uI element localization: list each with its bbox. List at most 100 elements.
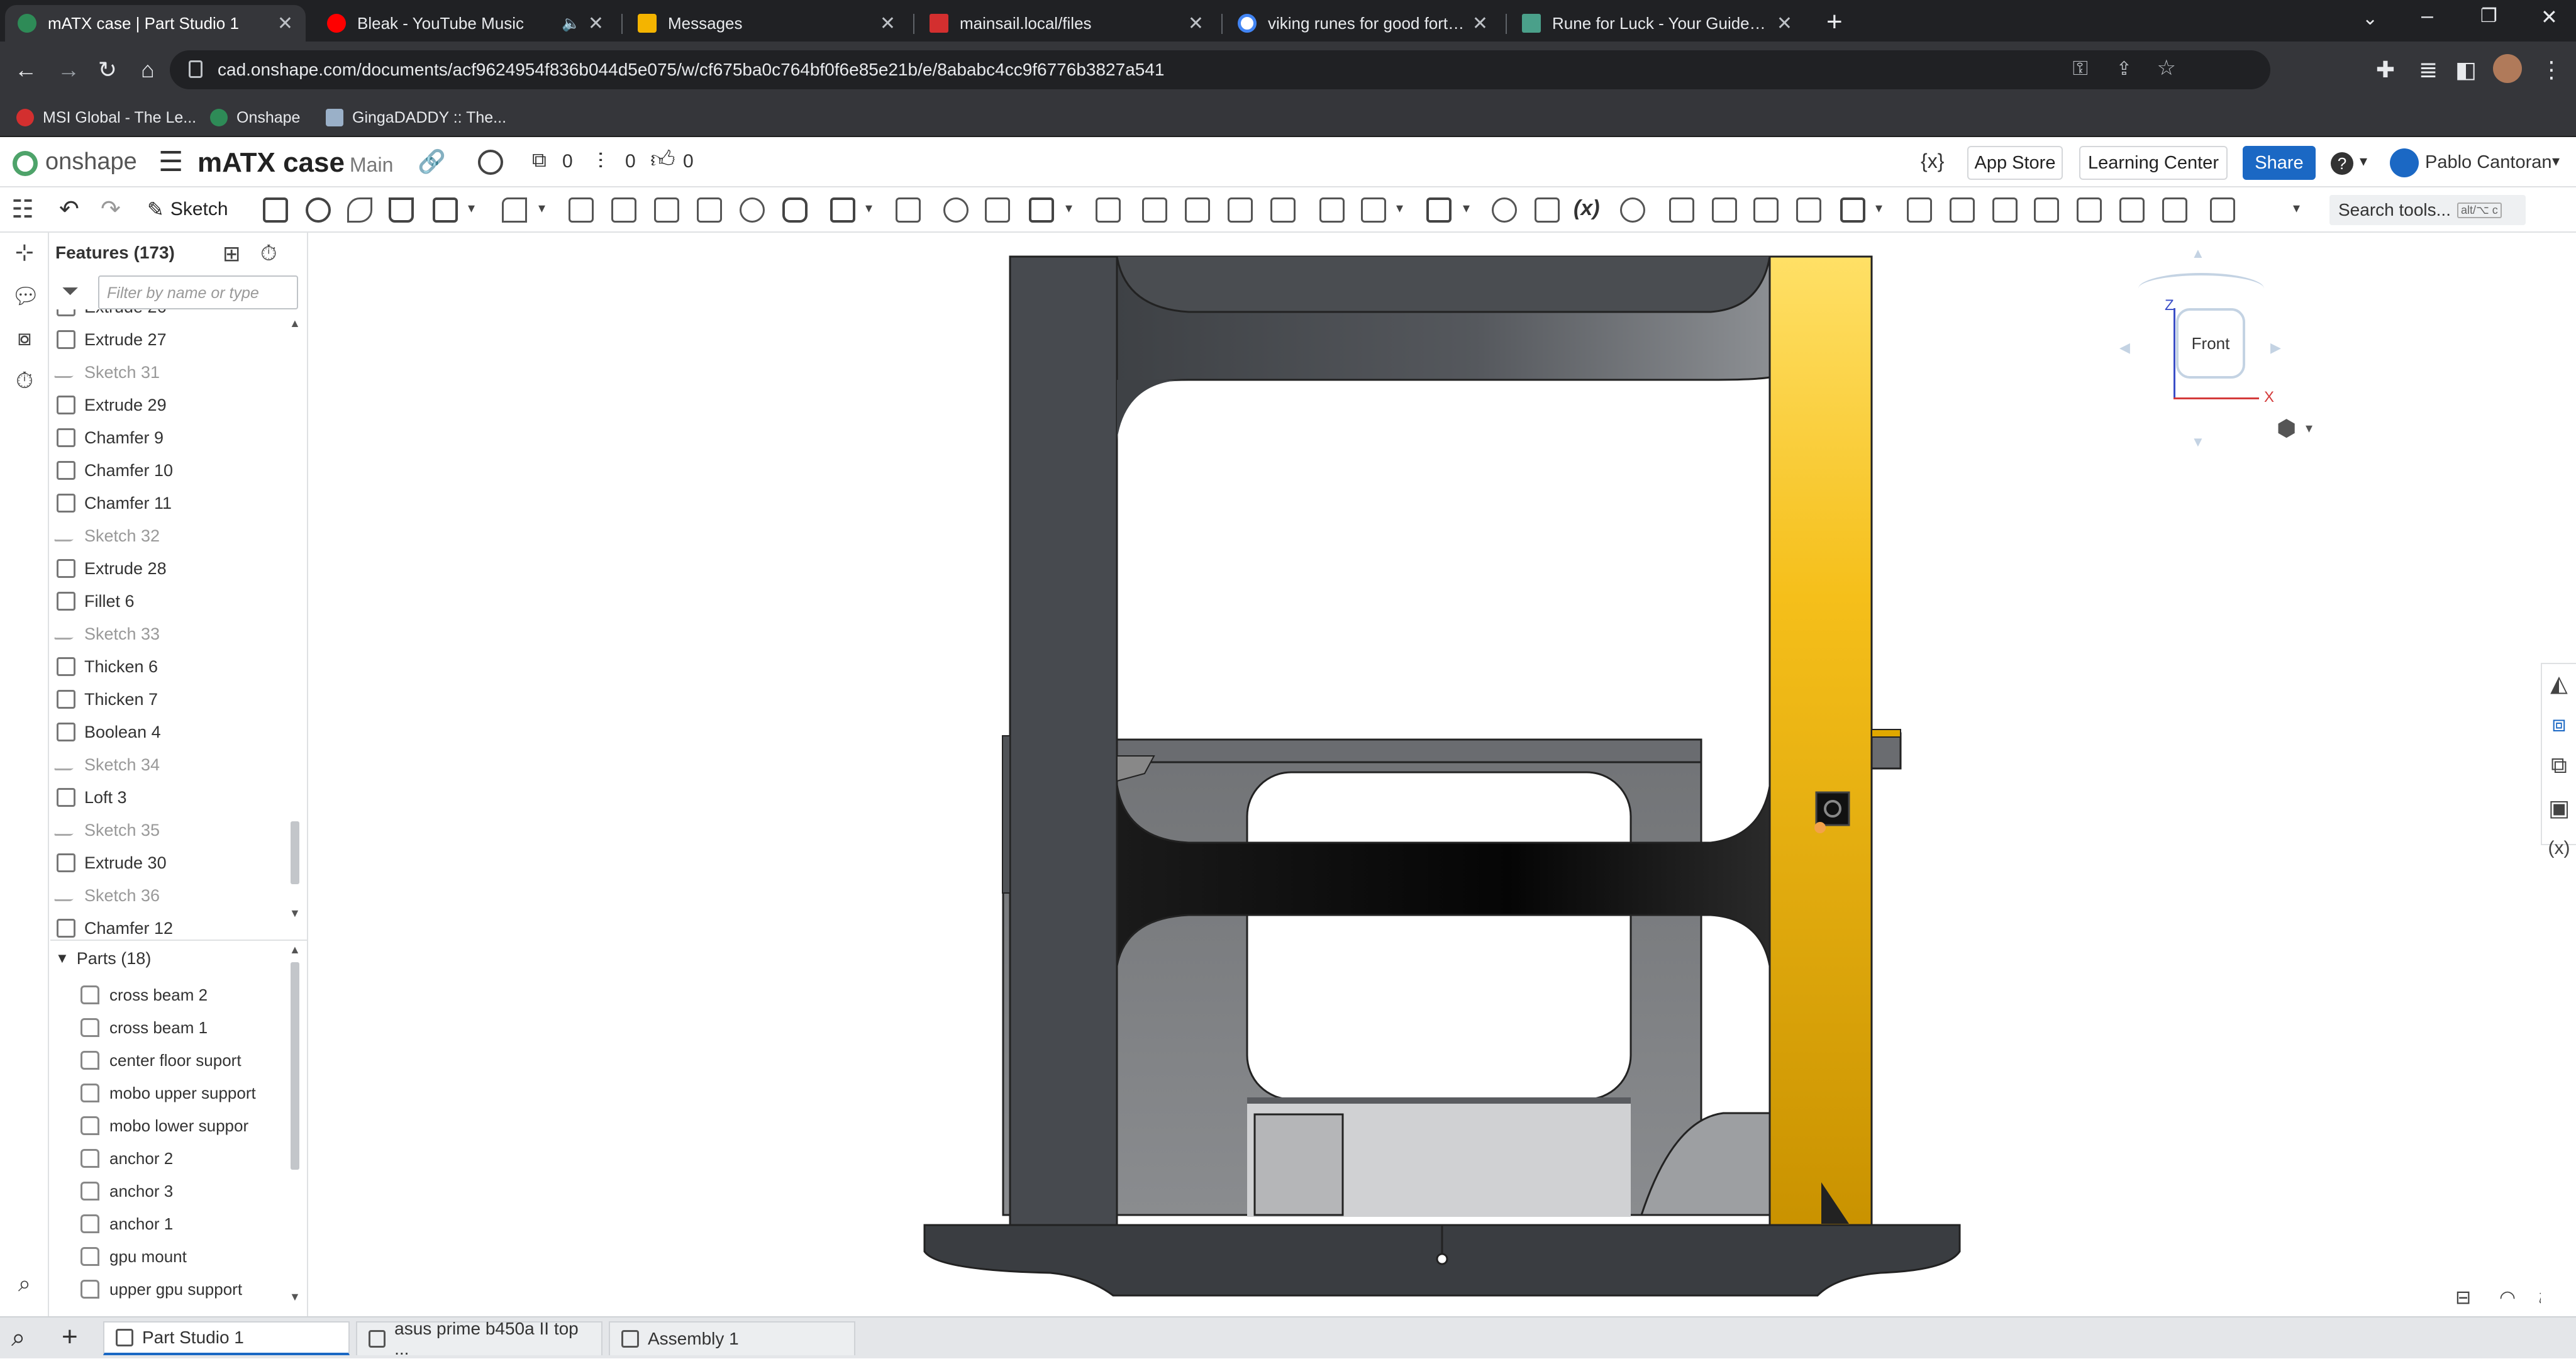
part-item[interactable]: center floor suport: [80, 1044, 242, 1077]
close-tab-icon[interactable]: ✕: [588, 13, 604, 35]
reading-list-icon[interactable]: ≣: [2415, 57, 2441, 83]
shell-tool-icon[interactable]: [697, 197, 722, 223]
part-item[interactable]: anchor 3: [80, 1175, 173, 1207]
trim-tool-icon[interactable]: [1712, 197, 1737, 223]
feature-item[interactable]: Sketch 32: [53, 519, 287, 552]
back-icon[interactable]: ←: [13, 57, 39, 83]
side-panel-icon[interactable]: ◧: [2453, 57, 2479, 83]
rotate-arc-icon[interactable]: [2138, 273, 2264, 304]
view-cube-front-face[interactable]: Front: [2176, 308, 2245, 379]
more-tools-dropdown-icon[interactable]: ▾: [2293, 200, 2300, 216]
search-tabs-icon[interactable]: ⌕: [11, 1324, 25, 1352]
cylinder-tool-icon[interactable]: [782, 197, 808, 223]
variables-panel-icon[interactable]: (x): [2546, 835, 2572, 862]
sheet-metal-dropdown-icon[interactable]: ▾: [1463, 200, 1470, 216]
sweep-tool-icon[interactable]: [347, 197, 372, 223]
mate-connector-tool-icon[interactable]: [1361, 197, 1386, 223]
thread-tool-icon[interactable]: [2210, 197, 2235, 223]
helix-tool-icon[interactable]: [1492, 197, 1517, 223]
extensions-puzzle-icon[interactable]: ✚: [2372, 57, 2399, 83]
add-folder-icon[interactable]: ⊞: [223, 241, 241, 267]
replace-face-tool-icon[interactable]: [1270, 197, 1296, 223]
part-item[interactable]: mobo upper support: [80, 1077, 256, 1109]
delete-face-tool-icon[interactable]: [1185, 197, 1210, 223]
like-thumb-icon[interactable]: 👍︎: [650, 146, 675, 174]
rotate-left-icon[interactable]: ◀: [2119, 340, 2130, 356]
gusset-tool-icon[interactable]: [1753, 197, 1779, 223]
public-globe-icon[interactable]: [478, 150, 503, 175]
mate-dropdown-icon[interactable]: ▾: [1396, 200, 1403, 216]
parts-panel-icon[interactable]: ⧈: [2546, 711, 2572, 737]
pattern-tool-icon[interactable]: [830, 197, 855, 223]
feature-item[interactable]: Extrude 26: [57, 309, 287, 323]
browser-tab-messages[interactable]: Messages ✕: [625, 5, 908, 42]
profile-avatar[interactable]: [2493, 54, 2522, 83]
feature-scroll-thumb[interactable]: [291, 821, 299, 884]
insert-new-tab-icon[interactable]: +: [62, 1321, 78, 1353]
close-window-icon[interactable]: ✕: [2541, 5, 2558, 29]
redo-icon[interactable]: ↷: [101, 195, 121, 223]
plane-tool-icon[interactable]: [1319, 197, 1345, 223]
configuration-tool-icon[interactable]: [1620, 197, 1645, 223]
tab-assembly-1[interactable]: Assembly 1: [609, 1321, 855, 1355]
part-item[interactable]: gpu mount: [80, 1240, 187, 1273]
feature-item[interactable]: Extrude 28: [57, 552, 287, 585]
tab-part-studio-1[interactable]: Part Studio 1: [103, 1321, 350, 1355]
feature-item[interactable]: Thicken 6: [57, 650, 287, 683]
onshape-brand[interactable]: onshape: [45, 148, 137, 175]
feature-item[interactable]: Fillet 6: [57, 585, 287, 618]
hole-tool-icon[interactable]: [740, 197, 765, 223]
wrap-tool-icon[interactable]: [2034, 197, 2059, 223]
route-curve-tool-icon[interactable]: [2119, 197, 2145, 223]
user-menu-chevron-icon[interactable]: ▾: [2552, 152, 2560, 170]
rotate-down-icon[interactable]: ▼: [2191, 434, 2205, 450]
comments-icon[interactable]: 💬︎: [11, 283, 40, 309]
bookmark-onshape[interactable]: Onshape: [210, 106, 300, 130]
sketch-button[interactable]: ✎ Sketch: [147, 195, 228, 224]
transform-tool-icon[interactable]: [1029, 197, 1054, 223]
frame-tool-icon[interactable]: [1669, 197, 1694, 223]
rollback-timer-icon[interactable]: ⏱︎: [260, 241, 277, 266]
link-icon[interactable]: 🔗: [418, 148, 446, 175]
variable-tool[interactable]: (x): [1574, 196, 1600, 221]
document-title[interactable]: mATX case: [197, 147, 345, 179]
rib-tool-icon[interactable]: [654, 197, 679, 223]
help-icon[interactable]: ?: [2331, 152, 2353, 175]
move-face-tool-icon[interactable]: [1228, 197, 1253, 223]
feature-list-toggle-icon[interactable]: ☷: [11, 195, 34, 224]
tab-search-chevron-icon[interactable]: ⌄: [2362, 8, 2378, 30]
password-key-icon[interactable]: ⚿: [2073, 57, 2088, 80]
feature-item[interactable]: Thicken 7: [57, 683, 287, 716]
bookmark-msi[interactable]: MSI Global - The Le...: [16, 106, 196, 130]
versions-icon[interactable]: ⧉: [532, 148, 547, 172]
insert-part-icon[interactable]: ⧇: [11, 324, 38, 351]
fillet-dropdown-icon[interactable]: ▾: [538, 200, 545, 216]
part-item[interactable]: upper gpu support: [80, 1273, 242, 1301]
close-tab-icon[interactable]: ✕: [1777, 13, 1792, 35]
user-name[interactable]: Pablo Cantoran: [2425, 152, 2552, 173]
view-options-chevron-icon[interactable]: ▾: [2306, 420, 2312, 436]
parts-list-scrollbar[interactable]: ▲ ▼: [287, 943, 303, 1308]
fillet-tool-icon[interactable]: [502, 197, 527, 223]
measure-tool-icon[interactable]: ⊟: [2455, 1287, 2471, 1309]
part-item[interactable]: cross beam 2: [80, 979, 208, 1011]
browser-tab-onshape[interactable]: mATX case | Part Studio 1 ✕: [5, 5, 306, 42]
feature-history-icon[interactable]: ⏱︎: [11, 367, 38, 394]
ruled-surface-tool-icon[interactable]: [2077, 197, 2102, 223]
part-item[interactable]: mobo lower suppor: [80, 1109, 248, 1142]
transform-dropdown-icon[interactable]: ▾: [1065, 200, 1072, 216]
share-page-icon[interactable]: ⇪: [2116, 58, 2132, 80]
configurations-panel-icon[interactable]: ⧉: [2546, 752, 2572, 779]
learning-center-button[interactable]: Learning Center: [2079, 146, 2228, 180]
browser-menu-icon[interactable]: ⋮: [2538, 57, 2565, 83]
undo-icon[interactable]: ↶: [59, 195, 79, 223]
branches-icon[interactable]: ⵗ: [597, 148, 604, 172]
surface-tool-icon[interactable]: [1907, 197, 1932, 223]
enclose-tool-icon[interactable]: [1992, 197, 2018, 223]
collapse-chevron-icon[interactable]: ▼: [55, 950, 69, 967]
feature-item[interactable]: Boolean 4: [57, 716, 287, 748]
feature-item[interactable]: Sketch 35: [53, 814, 287, 846]
mirror-tool-icon[interactable]: [896, 197, 921, 223]
split-tool-icon[interactable]: [985, 197, 1010, 223]
feature-item[interactable]: Loft 3: [57, 781, 287, 814]
